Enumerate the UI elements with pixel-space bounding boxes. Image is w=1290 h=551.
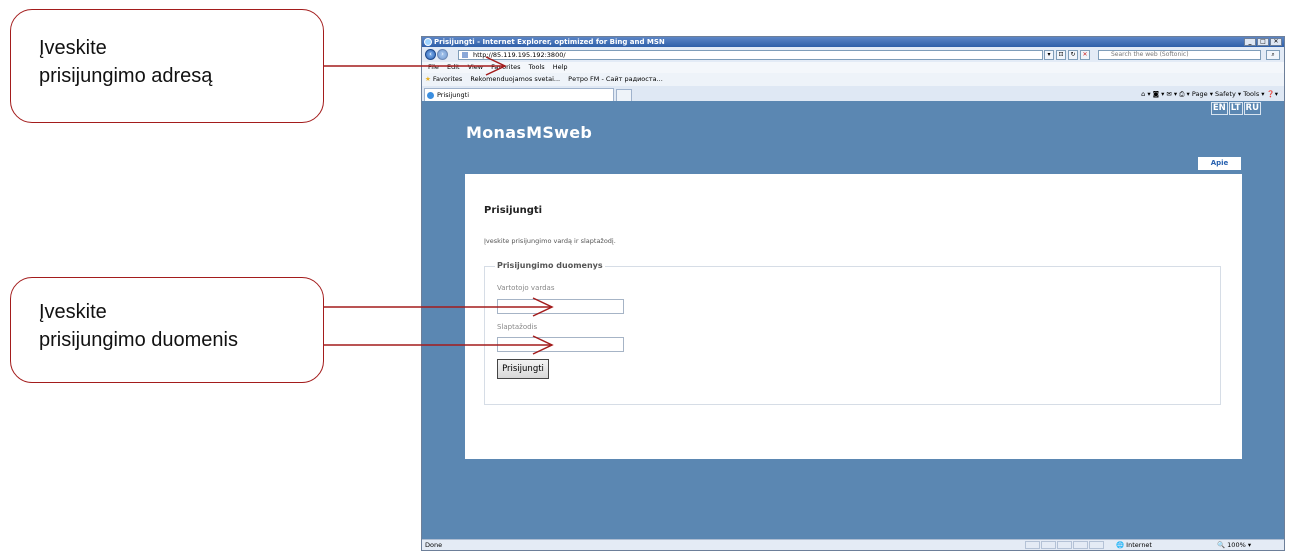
- menu-bar: File Edit View Favorites Tools Help: [422, 62, 1284, 73]
- status-pane: [1025, 541, 1040, 549]
- lang-ru-button[interactable]: RU: [1243, 102, 1261, 115]
- favorites-star-icon: ★: [425, 75, 431, 83]
- page-icon: [462, 52, 468, 58]
- login-button[interactable]: Prisijungti: [497, 359, 549, 379]
- favorites-item[interactable]: Ретро FM - Сайт радиоста...: [568, 75, 663, 83]
- favorites-bar: ★ Favorites Rekomenduojamos svetai... Ре…: [422, 73, 1284, 87]
- password-field[interactable]: [497, 337, 624, 352]
- compat-icon[interactable]: ⊡: [1056, 50, 1066, 60]
- minimize-button[interactable]: _: [1244, 38, 1256, 46]
- callout-line: prisijungimo duomenis: [39, 329, 238, 351]
- login-intro-text: Įveskite prisijungimo vardą ir slaptažod…: [484, 237, 616, 245]
- tab-bar: Prisijungti ⌂ ▾ ◙ ▾ ✉ ▾ ⎙ ▾ Page ▾ Safet…: [422, 86, 1284, 102]
- help-icon[interactable]: ❓▾: [1267, 90, 1278, 98]
- callout-line: Įveskite: [39, 37, 107, 59]
- zone-label: Internet: [1126, 541, 1152, 549]
- stop-icon[interactable]: ✕: [1080, 50, 1090, 60]
- zoom-control[interactable]: 🔍 100% ▾: [1217, 540, 1251, 550]
- address-bar[interactable]: http://85.119.195.192:3800/: [458, 50, 1043, 60]
- menu-item-view[interactable]: View: [468, 63, 483, 71]
- favorites-item[interactable]: Rekomenduojamos svetai...: [470, 75, 560, 83]
- username-label: Vartotojo vardas: [497, 284, 555, 292]
- back-icon[interactable]: ‹: [425, 49, 436, 60]
- callout-enter-address: Įveskite prisijungimo adresą: [10, 9, 324, 123]
- security-zone[interactable]: 🌐 Internet: [1116, 540, 1152, 550]
- tab-page-icon: [427, 92, 434, 99]
- search-icon[interactable]: ⌕: [1266, 50, 1280, 60]
- fieldset-legend: Prisijungimo duomenys: [495, 261, 605, 270]
- callout-line: Įveskite: [39, 301, 107, 323]
- menu-item-tools[interactable]: Tools: [529, 63, 545, 71]
- maximize-button[interactable]: □: [1257, 38, 1269, 46]
- lang-lt-button[interactable]: LT: [1228, 102, 1243, 115]
- status-pane: [1041, 541, 1056, 549]
- status-pane: [1089, 541, 1104, 549]
- tab-title: Prisijungti: [437, 91, 470, 99]
- ie-logo-icon: [424, 38, 432, 46]
- status-panes: [1025, 541, 1104, 549]
- forward-icon[interactable]: ›: [437, 49, 448, 60]
- address-row: ‹ › http://85.119.195.192:3800/ ▾ ⊡ ↻ ✕ …: [422, 47, 1284, 63]
- page-viewport: EN LT RU MonasMSweb Apie Prisijungti Įve…: [422, 101, 1284, 540]
- menu-item-favorites[interactable]: Favorites: [491, 63, 520, 71]
- favorites-button[interactable]: Favorites: [433, 75, 462, 83]
- status-pane: [1073, 541, 1088, 549]
- menu-item-file[interactable]: File: [428, 63, 439, 71]
- dropdown-icon[interactable]: ▾: [1044, 50, 1054, 60]
- command-bar[interactable]: ⌂ ▾ ◙ ▾ ✉ ▾ ⎙ ▾ Page ▾ Safety ▾ Tools ▾ …: [1141, 88, 1278, 100]
- callout-enter-credentials: Įveskite prisijungimo duomenis: [10, 277, 324, 383]
- nav-apie-link[interactable]: Apie: [1198, 157, 1241, 170]
- home-icon[interactable]: ⌂ ▾: [1141, 90, 1150, 98]
- feeds-icon[interactable]: ◙ ▾: [1153, 90, 1165, 98]
- window-controls: _ □ ✕: [1244, 38, 1282, 46]
- status-text: Done: [425, 541, 443, 549]
- status-pane: [1057, 541, 1072, 549]
- callout-line: prisijungimo adresą: [39, 65, 213, 87]
- password-label: Slaptažodis: [497, 323, 538, 331]
- search-input[interactable]: Search the web (Softonic): [1098, 50, 1261, 60]
- mail-icon[interactable]: ✉ ▾: [1166, 90, 1177, 98]
- address-text: http://85.119.195.192:3800/: [473, 51, 566, 59]
- new-tab-button[interactable]: [616, 89, 632, 101]
- status-bar: Done 🌐 Internet 🔍 100% ▾: [422, 539, 1284, 550]
- print-icon[interactable]: ⎙ ▾: [1179, 90, 1190, 98]
- address-tools: ▾ ⊡ ↻ ✕: [1044, 50, 1090, 60]
- title-bar: Prisijungti - Internet Explorer, optimiz…: [422, 37, 1284, 47]
- menu-item-edit[interactable]: Edit: [447, 63, 460, 71]
- refresh-icon[interactable]: ↻: [1068, 50, 1078, 60]
- window-title: Prisijungti - Internet Explorer, optimiz…: [434, 38, 665, 46]
- close-window-button[interactable]: ✕: [1270, 38, 1282, 46]
- lang-en-button[interactable]: EN: [1210, 102, 1228, 115]
- username-field[interactable]: [497, 299, 624, 314]
- page-title: Prisijungti: [484, 205, 543, 216]
- command-menu-labels[interactable]: Page ▾ Safety ▾ Tools ▾: [1192, 90, 1265, 98]
- site-brand: MonasMSweb: [466, 123, 593, 142]
- login-card: Prisijungti Įveskite prisijungimo vardą …: [465, 174, 1242, 459]
- language-switcher: EN LT RU: [1210, 102, 1261, 115]
- zoom-level: 100%: [1227, 541, 1246, 549]
- browser-window: Prisijungti - Internet Explorer, optimiz…: [421, 36, 1285, 551]
- tab-prisijungti[interactable]: Prisijungti: [424, 88, 614, 101]
- menu-item-help[interactable]: Help: [553, 63, 568, 71]
- login-fieldset: Prisijungimo duomenys Vartotojo vardas S…: [484, 261, 1221, 405]
